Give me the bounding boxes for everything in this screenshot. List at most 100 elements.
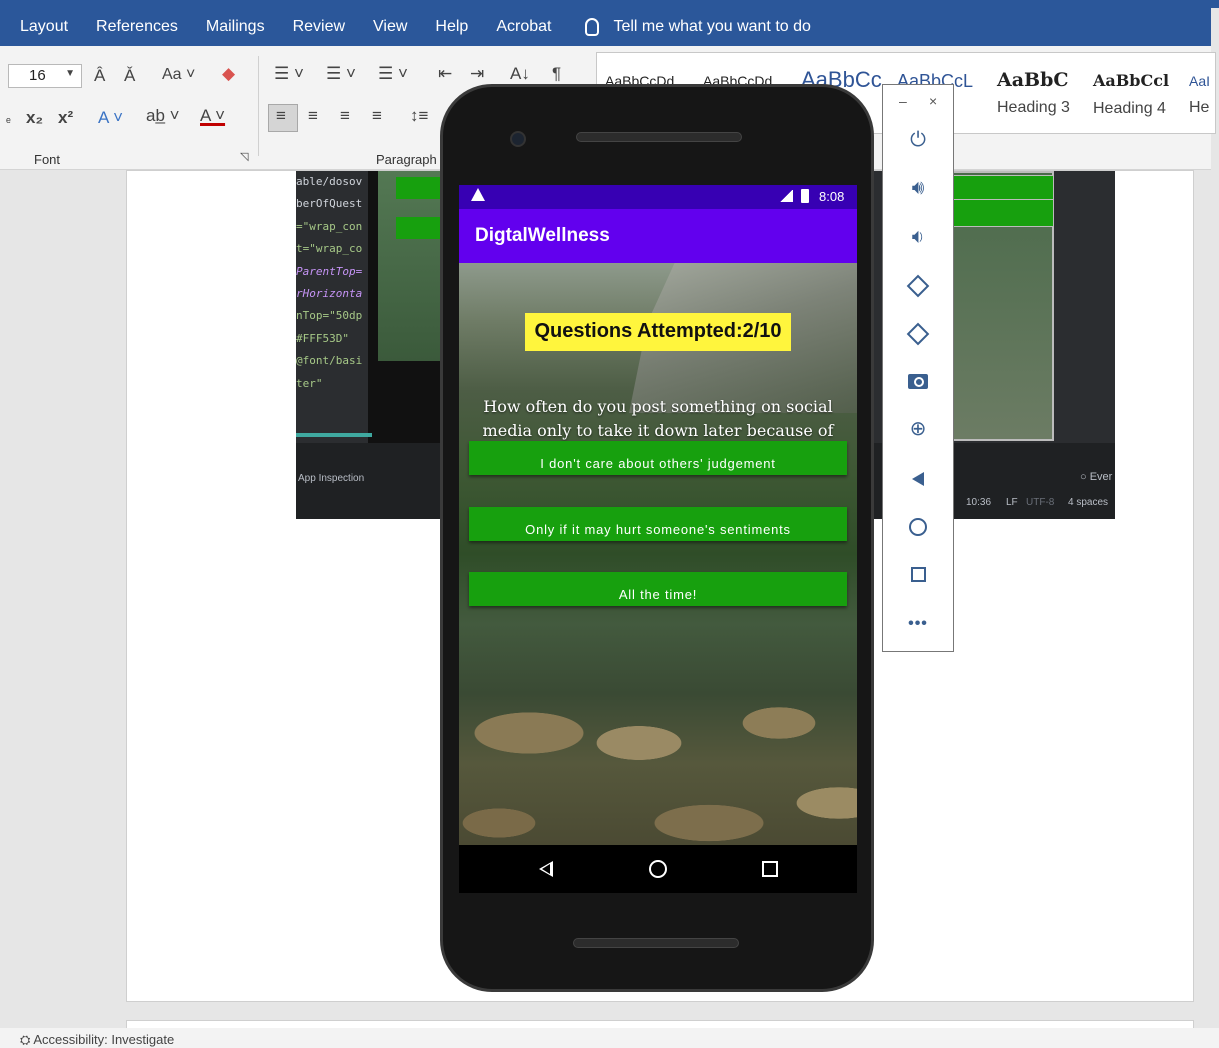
multilevel-list-icon[interactable]: ☰ ˅ [378, 64, 408, 84]
code-line: t="wrap_co [296, 242, 363, 256]
tab-acrobat[interactable]: Acrobat [482, 18, 565, 36]
ide-preview-button [946, 199, 1054, 227]
code-line: ParentTop= [296, 264, 363, 278]
app-bar-title: DigtalWellness [459, 209, 857, 263]
code-line: ter" [296, 376, 323, 390]
center-icon[interactable]: ≡ [308, 106, 318, 126]
code-editor: able/dosov berOfQuest ="wrap_con t="wrap… [296, 171, 374, 395]
tab-help[interactable]: Help [421, 18, 482, 36]
align-right-icon[interactable]: ≡ [340, 106, 350, 126]
subscript-icon[interactable]: x₂ [26, 108, 43, 128]
divider [258, 56, 259, 156]
font-size-select[interactable]: 16 ▼ [8, 64, 82, 88]
android-status-bar: 8:08 [459, 185, 857, 209]
word-status-bar: ⛭ Accessibility: Investigate [0, 1028, 1219, 1048]
title-bar-strip [0, 0, 1219, 8]
rotate-right-icon[interactable] [903, 318, 933, 348]
warning-icon [471, 188, 485, 201]
screenshot-camera-icon[interactable] [903, 366, 933, 396]
volume-down-icon[interactable]: 🔉︎ [903, 222, 933, 252]
code-line: rHorizonta [296, 287, 363, 301]
group-label-paragraph: Paragraph [376, 152, 437, 167]
font-color-icon[interactable]: A ˅ [200, 106, 225, 126]
accessibility-icon: ⛭ [20, 1032, 31, 1047]
back-icon[interactable] [903, 463, 933, 493]
overview-icon[interactable] [903, 559, 933, 589]
strikethrough-icon[interactable]: ₑ [6, 110, 11, 125]
code-line: ="wrap_con [296, 219, 363, 233]
code-line: able/dosov [296, 175, 363, 188]
code-line: berOfQuest [296, 197, 363, 211]
code-line: #FFF53D" [296, 331, 349, 345]
zoom-icon[interactable]: ⊕ [903, 414, 933, 444]
ide-design-preview [944, 171, 1054, 441]
recents-icon[interactable] [762, 861, 778, 877]
battery-icon [801, 189, 809, 203]
minimize-button[interactable]: – [899, 93, 907, 109]
answer-button-2[interactable]: Only if it may hurt someone's sentiments [469, 507, 847, 541]
volume-up-icon[interactable]: 🔊︎ [903, 173, 933, 203]
font-size-value: 16 [29, 67, 46, 84]
text-effects-icon[interactable]: A ˅ [98, 108, 123, 128]
tell-me-label: Tell me what you want to do [613, 18, 811, 35]
chevron-down-icon: ▼ [65, 68, 75, 79]
front-camera-icon [510, 131, 526, 147]
ribbon-tab-bar: Layout References Mailings Review View H… [0, 8, 1211, 46]
style-heading-4[interactable]: AaBbCcl Heading 4 [1093, 71, 1169, 118]
app-inspection-label: App Inspection [298, 473, 365, 484]
sort-icon[interactable]: A↓ [510, 64, 530, 84]
justify-icon[interactable]: ≡ [372, 106, 382, 126]
answer-button-1[interactable]: I don't care about others' judgement [469, 441, 847, 475]
code-line: nTop="50dp [296, 309, 363, 323]
event-log-label: ○ Ever [1080, 471, 1113, 483]
accessibility-status[interactable]: Accessibility: Investigate [33, 1032, 174, 1047]
code-line: @font/basi [296, 354, 363, 368]
ide-active-tab-indicator [296, 433, 372, 437]
style-heading-3[interactable]: AaBbC Heading 3 [997, 69, 1070, 117]
highlight-icon[interactable]: ab̲ ˅ [146, 106, 180, 126]
shrink-font-icon[interactable]: Ǎ [124, 66, 135, 86]
earpiece-speaker [576, 132, 742, 142]
home-icon[interactable] [649, 860, 667, 878]
line-spacing-icon[interactable]: ↕≡ [410, 106, 428, 126]
emulator-toolbar: – × ⏻ 🔊︎ 🔉︎ ⊕ ••• [882, 84, 954, 652]
power-icon[interactable]: ⏻ [903, 125, 933, 155]
font-dialog-launcher-icon[interactable]: ◹ [240, 150, 248, 163]
tab-layout[interactable]: Layout [0, 18, 82, 36]
emulator-phone-frame: 8:08 DigtalWellness Questions Attempted:… [440, 84, 874, 992]
ide-status-lf: LF [1006, 497, 1018, 508]
superscript-icon[interactable]: x² [58, 108, 73, 128]
ide-status-indent: 4 spaces [1068, 497, 1109, 508]
change-case-icon[interactable]: Aa ˅ [162, 66, 195, 84]
lightbulb-icon [585, 18, 600, 36]
bullets-icon[interactable]: ☰ ˅ [274, 64, 304, 84]
tab-review[interactable]: Review [279, 18, 359, 36]
phone-screen: 8:08 DigtalWellness Questions Attempted:… [459, 185, 857, 845]
status-time: 8:08 [819, 189, 845, 204]
increase-indent-icon[interactable]: ⇥ [470, 64, 484, 84]
grow-font-icon[interactable]: Â [94, 66, 105, 86]
tell-me-search[interactable]: Tell me what you want to do [585, 18, 811, 36]
tab-references[interactable]: References [82, 18, 192, 36]
show-formatting-icon[interactable]: ¶ [552, 64, 561, 84]
tab-view[interactable]: View [359, 18, 421, 36]
rotate-left-icon[interactable] [903, 270, 933, 300]
questions-attempted-badge: Questions Attempted:2/10 [525, 313, 791, 351]
android-nav-bar [459, 845, 857, 893]
align-left-icon: ≡ [276, 106, 286, 125]
clear-formatting-icon[interactable]: ◆ [222, 64, 235, 84]
ide-status-encoding: UTF-8 [1026, 497, 1055, 508]
home-icon[interactable] [903, 511, 933, 541]
more-options-icon[interactable]: ••• [903, 607, 933, 637]
bottom-speaker [573, 938, 739, 948]
group-label-font: Font [34, 152, 61, 167]
back-icon[interactable] [539, 861, 553, 877]
tab-mailings[interactable]: Mailings [192, 18, 279, 36]
style-heading-5[interactable]: AaI He [1189, 73, 1210, 117]
close-button[interactable]: × [929, 93, 937, 109]
numbering-icon[interactable]: ☰ ˅ [326, 64, 356, 84]
answer-button-3[interactable]: All the time! [469, 572, 847, 606]
ide-status-time: 10:36 [966, 497, 992, 508]
signal-icon [779, 190, 793, 202]
decrease-indent-icon[interactable]: ⇤ [438, 64, 452, 84]
